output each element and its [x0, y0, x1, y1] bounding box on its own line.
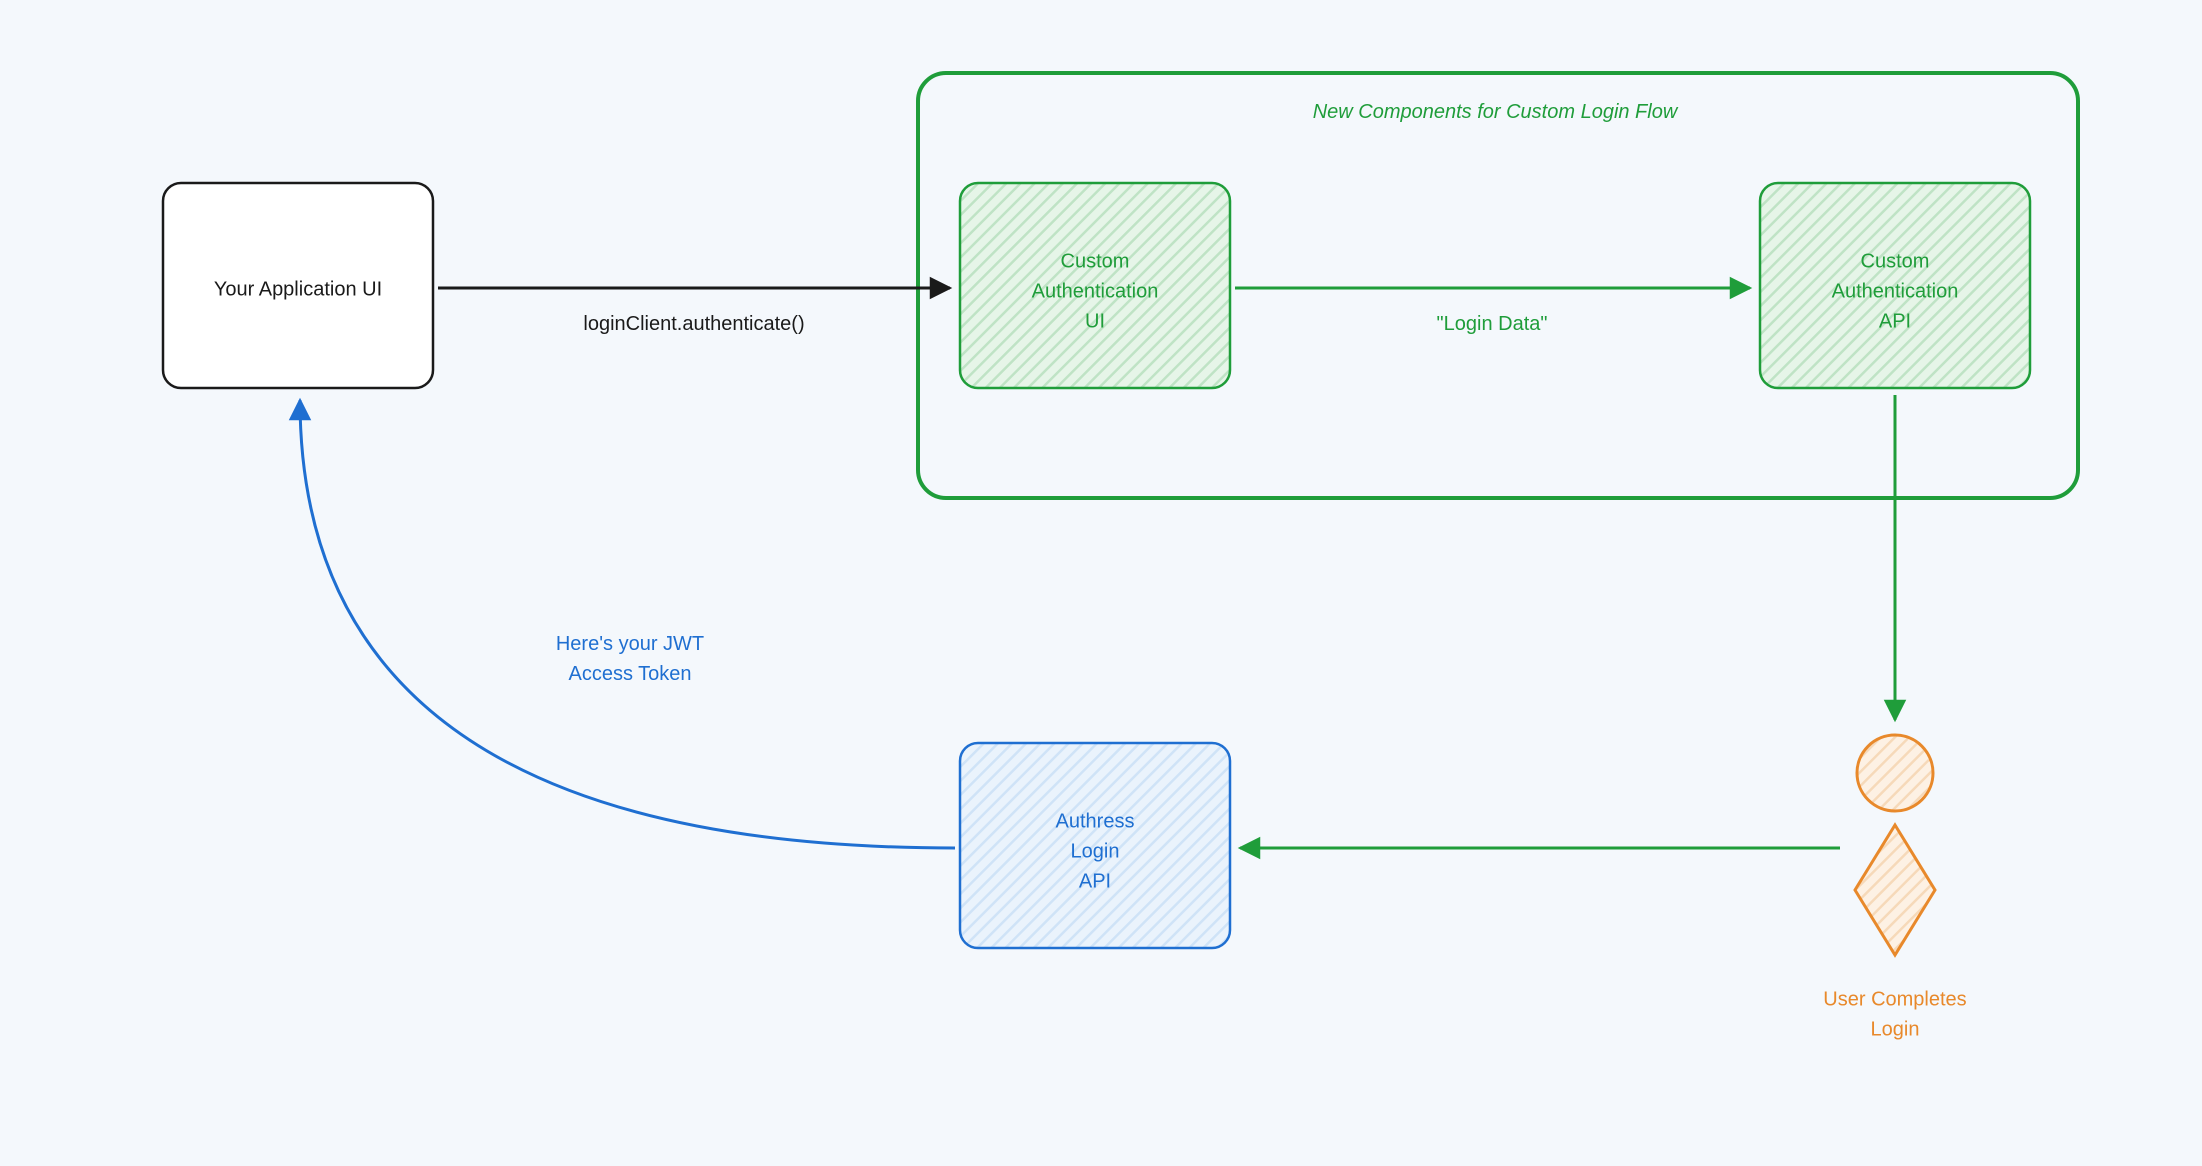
- edge-login-data-label: "Login Data": [1437, 313, 1548, 335]
- edge-jwt-label-2: Access Token: [568, 663, 691, 685]
- node-custom-auth-api-label-1: Custom: [1861, 250, 1930, 272]
- user-label-2: Login: [1871, 1018, 1920, 1040]
- node-custom-auth-ui-label-3: UI: [1085, 310, 1105, 332]
- node-custom-auth-api-label-3: API: [1879, 310, 1911, 332]
- node-custom-auth-api: Custom Authentication API: [1760, 183, 2030, 388]
- node-authress-api-label-2: Login: [1071, 840, 1120, 862]
- node-application-ui: Your Application UI: [163, 183, 433, 388]
- node-custom-auth-ui-label-2: Authentication: [1032, 280, 1159, 302]
- node-authress-login-api: Authress Login API: [960, 743, 1230, 948]
- edge-jwt-label-1: Here's your JWT: [556, 633, 704, 655]
- group-title: New Components for Custom Login Flow: [1313, 101, 1679, 123]
- node-authress-api-label-1: Authress: [1056, 810, 1135, 832]
- node-application-ui-label: Your Application UI: [214, 278, 382, 300]
- edge-authenticate-label: loginClient.authenticate(): [583, 313, 804, 335]
- node-custom-auth-api-label-2: Authentication: [1832, 280, 1959, 302]
- user-label-1: User Completes: [1823, 988, 1966, 1010]
- node-custom-auth-ui-label-1: Custom: [1061, 250, 1130, 272]
- diagram-canvas: Your Application UI New Components for C…: [0, 0, 2202, 1166]
- node-authress-api-label-3: API: [1079, 870, 1111, 892]
- node-custom-auth-ui: Custom Authentication UI: [960, 183, 1230, 388]
